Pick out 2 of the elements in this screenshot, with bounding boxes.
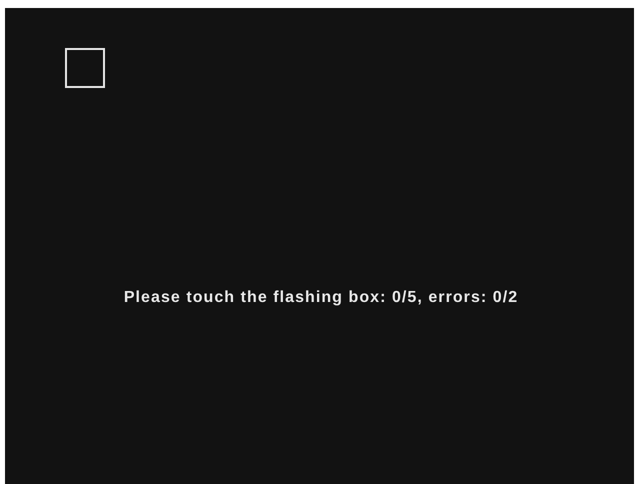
instruction-text: Please touch the flashing box: 0/5, errors: 0/2	[122, 289, 518, 307]
target-box[interactable]	[65, 48, 105, 88]
